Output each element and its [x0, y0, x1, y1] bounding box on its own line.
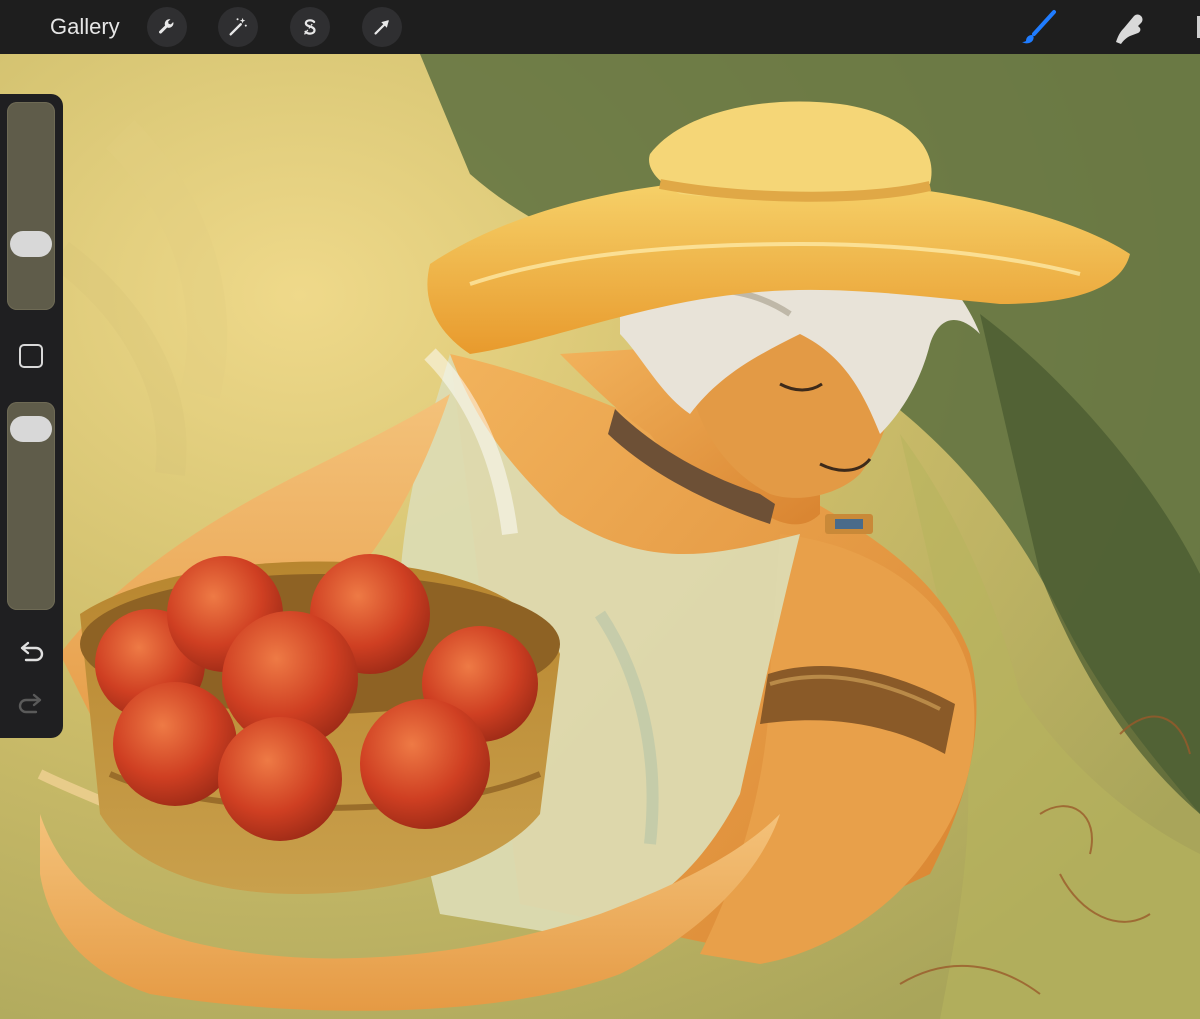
square-modifier-icon[interactable] [18, 343, 44, 369]
brooch-gem [835, 519, 863, 529]
apple [360, 699, 490, 829]
opacity-slider[interactable] [7, 402, 55, 610]
painting-canvas[interactable] [0, 54, 1200, 1019]
adjustments-wand-button[interactable] [218, 7, 258, 47]
brush-size-thumb[interactable] [10, 231, 52, 258]
wrench-icon [159, 19, 174, 34]
selection-s-icon [303, 19, 317, 35]
gallery-button[interactable]: Gallery [50, 14, 120, 40]
arrow-cursor-icon [374, 20, 389, 35]
apple [113, 682, 237, 806]
brush-icon [1022, 10, 1056, 44]
smudge-finger-icon [1116, 14, 1143, 44]
smudge-tool-button[interactable] [1108, 8, 1148, 46]
undo-icon[interactable] [16, 638, 46, 668]
actions-wrench-button[interactable] [147, 7, 187, 47]
brush-size-slider[interactable] [7, 102, 55, 310]
left-sidebar [0, 94, 63, 738]
opacity-thumb[interactable] [10, 416, 52, 443]
redo-icon[interactable] [16, 690, 46, 720]
apple [218, 717, 342, 841]
selection-button[interactable] [290, 7, 330, 47]
top-toolbar: Gallery [0, 0, 1200, 54]
transform-button[interactable] [362, 7, 402, 47]
magic-wand-icon [229, 17, 247, 36]
brush-tool-button[interactable] [1020, 8, 1060, 46]
artwork [0, 54, 1200, 1019]
